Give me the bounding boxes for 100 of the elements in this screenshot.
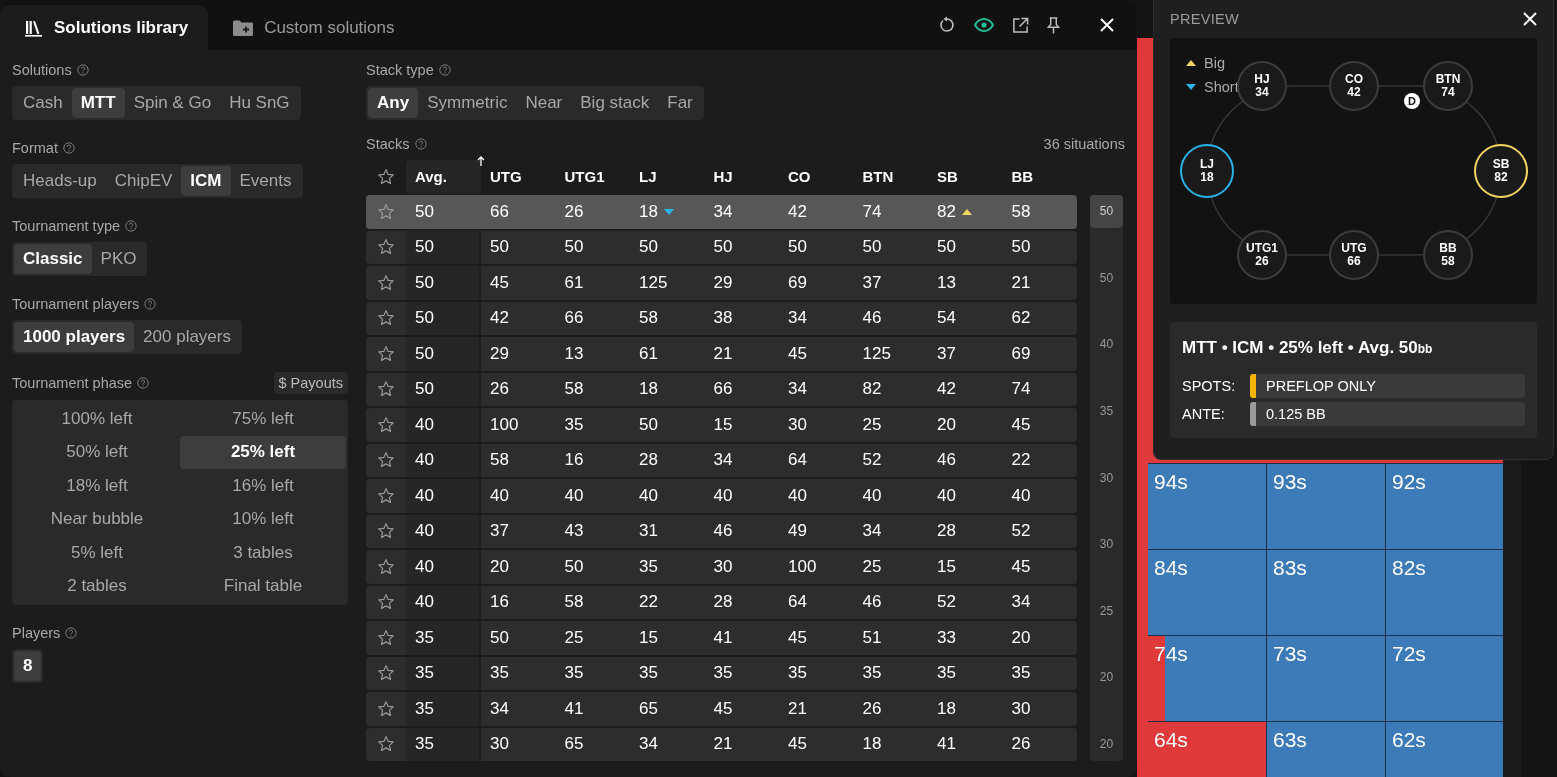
filter-option[interactable]: Heads-up (14, 166, 106, 196)
star-icon[interactable] (377, 273, 395, 292)
star-icon[interactable] (377, 238, 395, 257)
help-icon[interactable] (76, 64, 89, 76)
table-row[interactable]: 35 35 35 35 35 35 35 35 35 (366, 656, 1077, 690)
close-icon[interactable] (1100, 18, 1114, 32)
column-header[interactable]: CO (779, 160, 854, 193)
table-row[interactable]: 40 20 50 35 30 100 25 15 45 (366, 550, 1077, 584)
filter-option[interactable]: Near bubble (14, 502, 180, 536)
filter-option[interactable]: 1000 players (14, 322, 135, 352)
column-header[interactable]: SB (928, 160, 1003, 193)
table-row[interactable]: 50 45 61 125 29 69 37 13 21 (366, 266, 1077, 300)
seat[interactable]: BB 58 (1423, 230, 1473, 280)
sort-arrow-icon[interactable] (477, 156, 485, 166)
scroll-label: 30 (1098, 536, 1115, 554)
filter-option[interactable]: MTT (71, 88, 125, 118)
help-icon[interactable] (144, 298, 157, 310)
star-icon[interactable] (377, 415, 395, 434)
help-icon[interactable] (62, 142, 75, 154)
filter-option[interactable]: Hu SnG (220, 88, 299, 118)
star-icon[interactable] (377, 380, 395, 399)
filter-option[interactable]: 8 (14, 651, 42, 681)
seat[interactable]: HJ 34 (1237, 61, 1287, 111)
filter-option[interactable]: 5% left (14, 536, 180, 570)
star-icon[interactable] (377, 486, 395, 505)
filter-option[interactable]: Near (516, 88, 572, 118)
filter-option[interactable]: ICM (181, 166, 231, 196)
column-header[interactable]: BTN (853, 160, 928, 193)
table-row[interactable]: 50 42 66 58 38 34 46 54 62 (366, 301, 1077, 335)
help-icon[interactable] (65, 627, 78, 639)
table-row[interactable]: 40 16 58 22 28 64 46 52 34 (366, 585, 1077, 619)
table-row[interactable]: 50 29 13 61 21 45 125 37 69 (366, 337, 1077, 371)
table-row[interactable]: 50 66 26 18 34 42 74 82 58 (366, 195, 1077, 229)
filter-option[interactable]: 75% left (180, 402, 346, 436)
star-icon[interactable] (377, 699, 395, 718)
pin-icon[interactable] (1047, 16, 1060, 34)
seat[interactable]: SB 82 (1474, 144, 1528, 198)
seat[interactable]: CO 42 (1329, 61, 1379, 111)
star-icon[interactable] (377, 344, 395, 363)
eye-icon[interactable] (974, 18, 994, 32)
table-row[interactable]: 50 26 58 18 66 34 82 42 74 (366, 372, 1077, 406)
filter-option[interactable]: 2 tables (14, 569, 180, 603)
table-row[interactable]: 35 50 25 15 41 45 51 33 20 (366, 621, 1077, 655)
seat[interactable]: LJ 18 (1180, 144, 1234, 198)
filter-option[interactable]: PKO (91, 244, 146, 274)
column-header[interactable]: LJ (630, 160, 705, 193)
column-header[interactable]: UTG1 (555, 160, 630, 193)
table-row[interactable]: 50 50 50 50 50 50 50 50 50 (366, 230, 1077, 264)
filter-option[interactable]: Big stack (571, 88, 659, 118)
tab[interactable]: Solutions library (0, 5, 209, 50)
table-cell: 46 (862, 592, 882, 613)
table-row[interactable]: 35 34 41 65 45 21 26 18 30 (366, 692, 1077, 726)
table-row[interactable]: 40 58 16 28 34 64 52 46 22 (366, 443, 1077, 477)
filter-option[interactable]: 200 players (134, 322, 240, 352)
external-link-icon[interactable] (1012, 16, 1029, 34)
help-icon[interactable] (438, 64, 451, 76)
filter-option[interactable]: Far (658, 88, 702, 118)
filter-option[interactable]: 16% left (180, 469, 346, 503)
filter-option[interactable]: Any (368, 88, 419, 118)
star-icon[interactable] (377, 593, 395, 612)
filter-option[interactable]: 3 tables (180, 536, 346, 570)
scroll-track[interactable]: 50 50 40 35 30 30 25 20 20 (1090, 195, 1123, 761)
star-icon[interactable] (377, 557, 395, 576)
star-icon[interactable] (377, 202, 395, 221)
help-icon[interactable] (137, 377, 150, 389)
filter-option[interactable]: 100% left (14, 402, 180, 436)
filter-option[interactable]: Events (230, 166, 301, 196)
seat[interactable]: UTG1 26 (1237, 230, 1287, 280)
table-row[interactable]: 40 100 35 50 15 30 25 20 45 (366, 408, 1077, 442)
star-icon[interactable] (377, 628, 395, 647)
seat[interactable]: BTN 74 (1423, 61, 1473, 111)
filter-option[interactable]: Spin & Go (124, 88, 221, 118)
star-icon[interactable] (377, 451, 395, 470)
table-row[interactable]: 40 40 40 40 40 40 40 40 40 (366, 479, 1077, 513)
tab[interactable]: Custom solutions (208, 5, 415, 50)
filter-option[interactable]: Symmetric (418, 88, 517, 118)
filter-option[interactable]: ChipEV (105, 166, 182, 196)
star-icon[interactable] (377, 735, 395, 754)
close-icon[interactable] (1523, 12, 1537, 26)
reset-icon[interactable] (938, 16, 956, 34)
star-icon[interactable] (377, 167, 395, 186)
filter-option[interactable]: 10% left (180, 502, 346, 536)
filter-option[interactable]: 18% left (14, 469, 180, 503)
help-icon[interactable] (414, 138, 427, 150)
payouts-button[interactable]: $ Payouts (273, 372, 348, 394)
table-row[interactable]: 35 30 65 34 21 45 18 41 26 (366, 727, 1077, 761)
filter-option[interactable]: 50% left (14, 435, 180, 469)
help-icon[interactable] (125, 220, 137, 232)
filter-option[interactable]: Final table (180, 569, 346, 603)
seat[interactable]: UTG 66 (1329, 230, 1379, 280)
filter-option[interactable]: Classic (14, 244, 92, 274)
table-row[interactable]: 40 37 43 31 46 49 34 28 52 (366, 514, 1077, 548)
star-icon[interactable] (377, 309, 395, 328)
filter-option[interactable]: Cash (14, 88, 72, 118)
star-icon[interactable] (377, 522, 395, 541)
column-header[interactable]: HJ (704, 160, 779, 193)
column-header[interactable]: BB (1002, 160, 1077, 193)
column-header[interactable]: UTG (481, 160, 556, 193)
star-icon[interactable] (377, 664, 395, 683)
filter-option[interactable]: 25% left (180, 435, 346, 469)
